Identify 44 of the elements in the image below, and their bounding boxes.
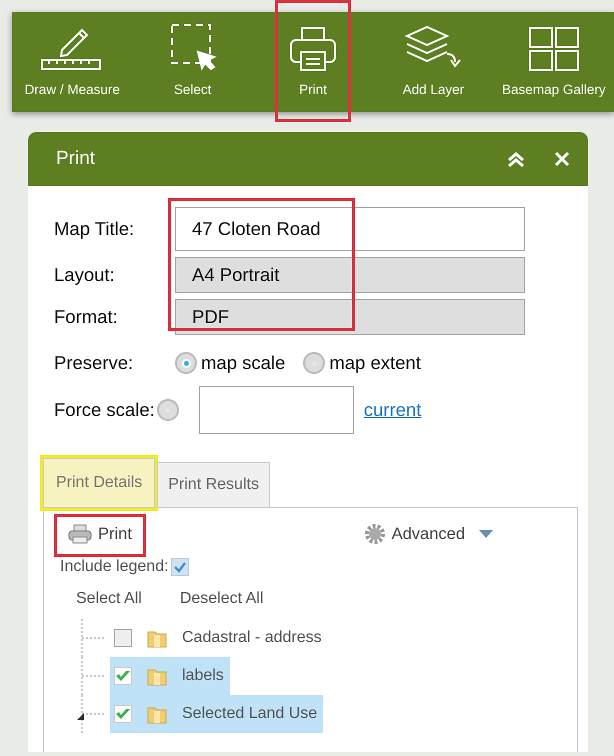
legend-label: Include legend: (60, 556, 169, 577)
field-label: Map Title: (54, 217, 136, 242)
layer-item[interactable]: Selected Land Use (110, 694, 324, 733)
tab[interactable]: Print Results (157, 462, 270, 507)
select-all-link[interactable]: Select All (76, 586, 142, 611)
radio-button[interactable] (303, 352, 326, 374)
close-icon[interactable] (554, 151, 570, 167)
select-field[interactable]: PDF (175, 299, 525, 335)
toolbar-button[interactable]: Select (132, 12, 253, 112)
toolbar-button[interactable]: Add Layer (373, 12, 494, 112)
gear-icon (364, 523, 386, 546)
current-link[interactable]: current (364, 396, 422, 424)
collapse-icon[interactable] (506, 151, 526, 167)
panel-title: Print (56, 146, 96, 171)
print-button[interactable]: Print (60, 518, 140, 551)
select-field[interactable]: A4 Portrait (175, 257, 525, 293)
layer-checkbox[interactable] (114, 704, 132, 723)
layer-name: Cadastral - address (182, 628, 322, 648)
layer-item[interactable]: Cadastral - address (110, 626, 328, 650)
field-label: Force scale: (54, 398, 155, 422)
grid-icon (528, 26, 580, 72)
caret-icon (479, 530, 493, 538)
field-label: Preserve: (54, 351, 134, 376)
layer-item[interactable]: labels (110, 656, 230, 695)
scale-field[interactable] (198, 386, 354, 434)
toolbar-button[interactable]: Draw / Measure (12, 12, 132, 112)
radio-button[interactable] (156, 399, 179, 421)
radio-label[interactable]: map extent (329, 349, 421, 377)
printer-icon (288, 26, 338, 72)
advanced-button[interactable]: Advanced (356, 518, 501, 551)
legend-checkbox[interactable] (170, 558, 189, 576)
text-field[interactable]: 47 Cloten Road (175, 207, 525, 251)
radio-button[interactable] (175, 352, 197, 374)
layer-name: Selected Land Use (182, 704, 318, 724)
layer-checkbox[interactable] (114, 628, 132, 647)
toolbar-button[interactable]: Basemap Gallery (494, 12, 614, 112)
layer-checkbox[interactable] (114, 666, 132, 685)
field-label: Format: (54, 305, 119, 330)
field-label: Layout: (54, 263, 116, 288)
toolbar-button[interactable]: Print (252, 12, 374, 112)
deselect-all-link[interactable]: Deselect All (180, 586, 264, 611)
layer-name: labels (182, 666, 224, 686)
printer-icon (68, 524, 92, 544)
radio-label[interactable]: map scale (201, 349, 286, 377)
